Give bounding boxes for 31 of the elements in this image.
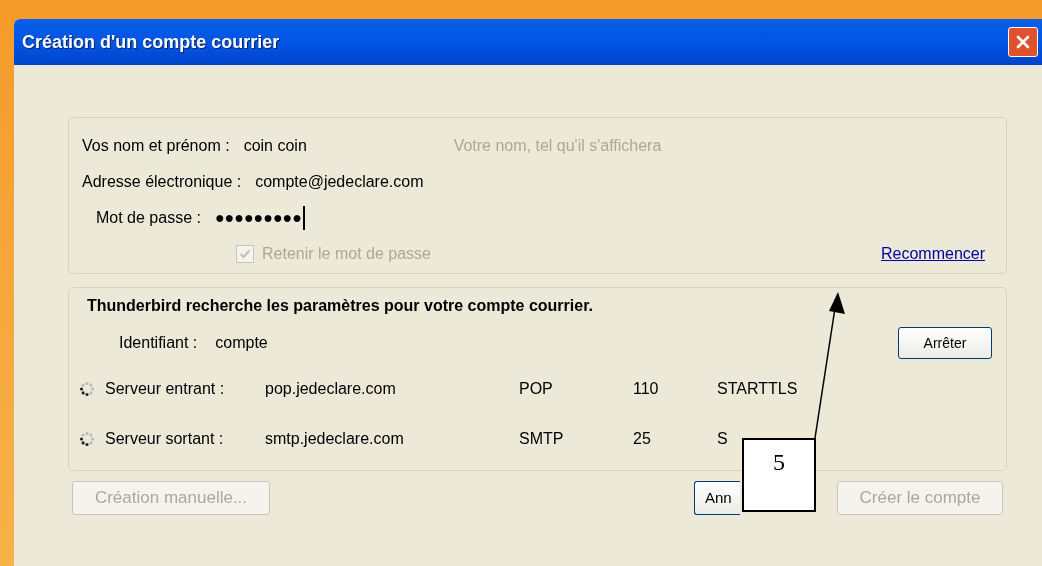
server-host: pop.jedeclare.com [265, 379, 397, 399]
server-label: Serveur entrant : [105, 379, 226, 399]
server-protocol: POP [519, 379, 554, 399]
close-icon [1015, 34, 1031, 50]
loading-spinner-icon [79, 431, 95, 447]
server-label: Serveur sortant : [105, 429, 225, 449]
input-field[interactable]: compte@jedeclare.com [255, 170, 452, 194]
server-protocol: SMTP [519, 429, 565, 449]
loading-spinner-icon [79, 381, 95, 397]
restart-link[interactable]: Recommencer [880, 242, 985, 266]
field-label: Vos nom et prénom : [82, 136, 230, 156]
callout-number: 5 [773, 450, 785, 474]
cancel-button[interactable]: Ann [694, 481, 740, 515]
identifier-value: compte [215, 333, 268, 353]
field-label: Mot de passe : [96, 208, 201, 228]
server-security: S [717, 429, 728, 449]
server-security: STARTTLS [717, 379, 798, 399]
close-button[interactable] [1008, 27, 1038, 57]
password-field[interactable]: ●●●●●●●●● [214, 206, 305, 230]
server-host: smtp.jedeclare.com [265, 429, 405, 449]
server-port: 110 [633, 379, 660, 399]
field-label: Adresse électronique : [82, 172, 242, 192]
search-heading: Thunderbird recherche les paramètres pour votre compte courrier. [87, 296, 594, 316]
window-title: Création d'un compte courrier [22, 30, 280, 54]
checkmark-icon [239, 248, 251, 260]
checkbox-label: Retenir le mot de passe [262, 244, 431, 264]
stop-button[interactable]: Arrêter [898, 327, 992, 359]
server-port: 25 [633, 429, 652, 449]
input-field[interactable]: coin coin [243, 134, 440, 158]
field-hint: Votre nom, tel qu'il s'affichera [453, 136, 662, 156]
identifier-label: Identifiant : [119, 333, 198, 353]
